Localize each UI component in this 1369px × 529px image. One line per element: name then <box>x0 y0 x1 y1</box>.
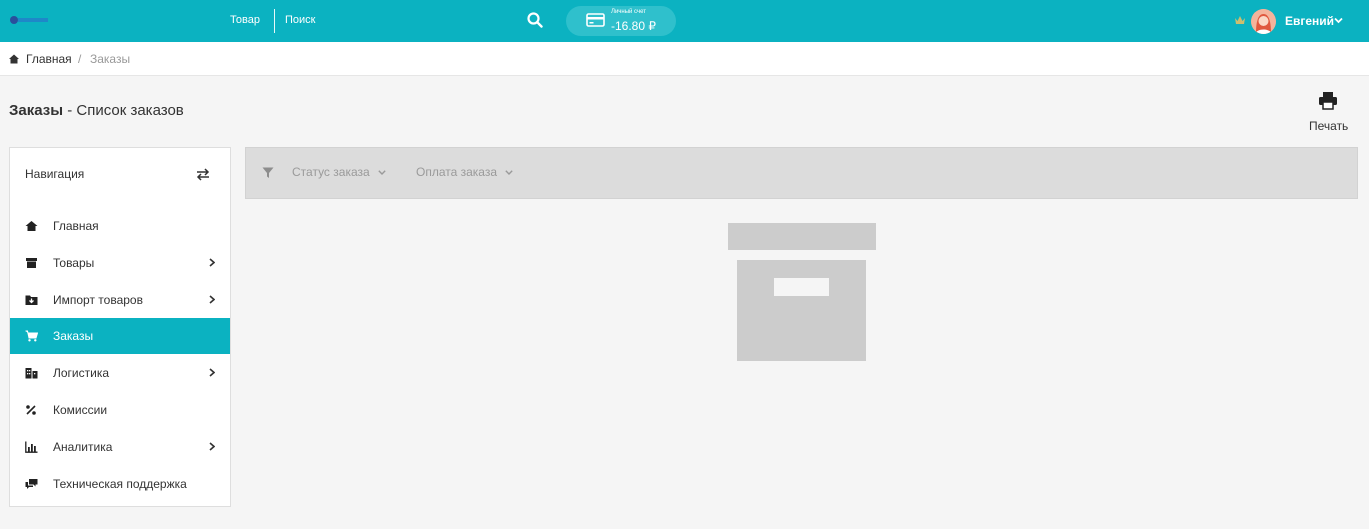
chevron-right-icon <box>209 368 215 377</box>
archive-box-icon-body <box>737 260 866 361</box>
breadcrumb: Главная / Заказы <box>0 42 1369 76</box>
page-title-subtitle: - Список заказов <box>63 102 184 119</box>
filter-icon <box>262 167 274 178</box>
account-balance-button[interactable]: Личный счет -16.80 ₽ <box>566 6 676 36</box>
sidebar-item-orders[interactable]: Заказы <box>10 318 230 354</box>
breadcrumb-current: Заказы <box>90 52 131 66</box>
account-label: Личный счет <box>611 9 647 15</box>
page-title: Заказы - Список заказов <box>9 102 184 119</box>
sidebar-item-products[interactable]: Товары <box>10 245 230 281</box>
sidebar-item-analytics[interactable]: Аналитика <box>10 429 230 465</box>
percent-icon <box>26 405 36 415</box>
bar-chart-icon <box>25 441 38 453</box>
card-icon <box>586 13 605 27</box>
crown-icon <box>1235 16 1245 24</box>
avatar[interactable] <box>1251 9 1276 34</box>
sidebar-item-label: Логистика <box>53 366 110 380</box>
printer-icon[interactable] <box>1318 91 1338 110</box>
chevron-right-icon <box>209 442 215 451</box>
nav-link-product[interactable]: Товар <box>230 14 260 26</box>
filter-order-payment-dropdown[interactable]: Оплата заказа <box>416 165 497 179</box>
chevron-down-icon[interactable] <box>378 170 386 175</box>
logo[interactable] <box>8 13 50 27</box>
filter-order-status-dropdown[interactable]: Статус заказа <box>292 165 370 179</box>
sidebar-item-label: Импорт товаров <box>53 293 143 307</box>
sidebar-item-label: Комиссии <box>53 403 108 417</box>
print-button[interactable]: Печать <box>1309 119 1348 133</box>
user-name[interactable]: Евгений <box>1285 14 1334 28</box>
sidebar-navigation: Навигация Главная Товары Импорт товаров <box>9 147 231 507</box>
breadcrumb-separator: / <box>78 52 82 66</box>
search-icon[interactable] <box>527 12 543 28</box>
account-balance: -16.80 ₽ <box>611 19 656 33</box>
chevron-right-icon <box>209 258 215 267</box>
sidebar-item-label: Главная <box>53 219 99 233</box>
sidebar-item-commissions[interactable]: Комиссии <box>10 392 230 428</box>
box-icon <box>26 258 37 268</box>
page-title-section: Заказы <box>9 102 64 119</box>
folder-import-icon <box>25 295 38 305</box>
home-icon <box>9 54 19 64</box>
top-bar: Товар Поиск Личный счет -16.80 ₽ Евгений <box>0 0 1369 42</box>
sidebar-item-label: Аналитика <box>53 440 113 454</box>
nav-link-search[interactable]: Поиск <box>285 14 315 26</box>
chevron-down-icon[interactable] <box>1334 17 1343 24</box>
sidebar-item-logistics[interactable]: Логистика <box>10 355 230 391</box>
home-icon <box>25 221 38 231</box>
sidebar-item-label: Техническая поддержка <box>53 477 187 491</box>
sidebar-item-home[interactable]: Главная <box>10 208 230 244</box>
chevron-right-icon <box>209 295 215 304</box>
breadcrumb-home-link[interactable]: Главная <box>26 52 72 66</box>
chevron-down-icon[interactable] <box>505 170 513 175</box>
swap-arrows-icon[interactable] <box>196 168 210 181</box>
filter-bar: Статус заказа Оплата заказа <box>245 147 1358 199</box>
sidebar-item-label: Заказы <box>53 329 94 343</box>
chat-icon <box>25 479 38 489</box>
archive-box-handle <box>774 278 829 296</box>
sidebar-item-support[interactable]: Техническая поддержка <box>10 466 230 502</box>
sidebar-item-product-import[interactable]: Импорт товаров <box>10 282 230 318</box>
buildings-icon <box>25 368 38 379</box>
cart-icon <box>25 330 38 342</box>
divider <box>274 9 275 33</box>
sidebar-item-label: Товары <box>53 256 95 270</box>
archive-box-icon <box>728 223 876 250</box>
sidebar-title: Навигация <box>25 167 85 181</box>
